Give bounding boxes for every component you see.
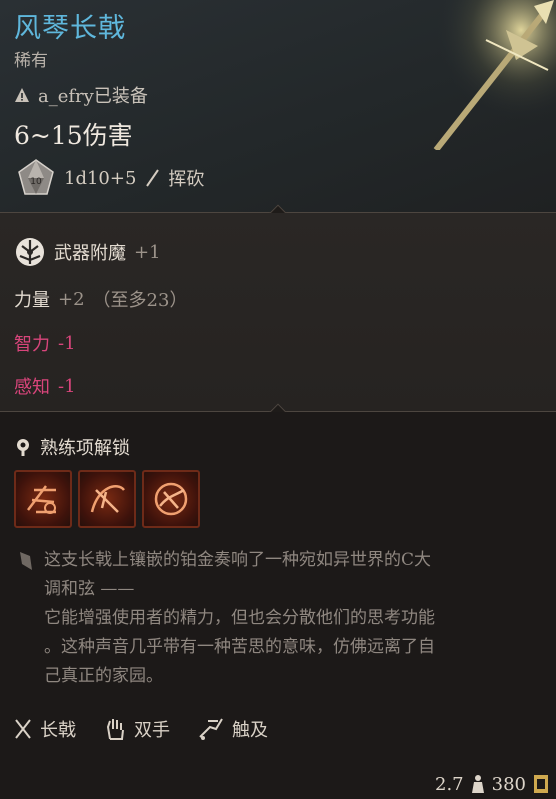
- equipped-status: a_efry已装备: [14, 82, 148, 108]
- dice-formula: 1d10+5: [64, 167, 137, 189]
- weapon-skill-icon: [90, 485, 125, 513]
- item-name: 风琴长戟: [14, 13, 126, 44]
- description-line: 它能增强使用者的精力，但也会分散他们的思考功能: [44, 608, 435, 628]
- item-footer: 2.7 380: [435, 773, 550, 795]
- enchantment-label: 武器附魔: [54, 243, 126, 264]
- tag-halberd[interactable]: 长戟: [14, 716, 76, 742]
- halberd-art-icon: [416, 0, 556, 150]
- hand-icon: [106, 719, 124, 740]
- tag-reach[interactable]: 触及: [198, 716, 268, 742]
- stat-note: （至多23）: [92, 290, 188, 311]
- description-line: 。这种声音几乎带有一种苦思的意味，仿佛远离了自: [44, 637, 435, 657]
- halberd-icon: [15, 719, 31, 739]
- svg-text:10: 10: [30, 177, 42, 187]
- stat-name: 智力: [14, 334, 50, 355]
- gold-coin-icon: [534, 775, 548, 793]
- weapon-tags: 长戟 双手 触及: [14, 716, 268, 742]
- warning-icon: [15, 88, 29, 102]
- description-line: 调和弦 ——: [44, 579, 135, 599]
- item-description: 这支长戟上镶嵌的铂金奏响了一种宛如异世界的C大 调和弦 —— 它能增强使用者的精…: [44, 546, 544, 691]
- stat-value: -1: [58, 332, 76, 354]
- weapon-skill-icon: [154, 482, 188, 516]
- skill-icon-1[interactable]: [14, 470, 72, 528]
- stat-wisdom: 感知 -1: [14, 373, 76, 399]
- stat-value: -1: [58, 375, 76, 397]
- tag-label: 长戟: [40, 720, 76, 741]
- proficiency-label: 熟练项解锁: [40, 438, 130, 459]
- tag-label: 触及: [232, 720, 268, 741]
- enchantment-icon: [16, 238, 44, 266]
- equipped-text: a_efry已装备: [38, 86, 148, 107]
- stat-intelligence: 智力 -1: [14, 330, 76, 356]
- damage-dice-row: 10 1d10+5 挥砍: [16, 158, 204, 198]
- weapon-skill-icon: [27, 485, 56, 514]
- description-line: 己真正的家园。: [44, 666, 163, 686]
- tag-label: 双手: [134, 720, 170, 741]
- stat-name: 感知: [14, 377, 50, 398]
- damage-type: 挥砍: [168, 169, 205, 190]
- item-rarity: 稀有: [14, 51, 48, 71]
- skill-icon-3[interactable]: [142, 470, 200, 528]
- skill-icon-2[interactable]: [78, 470, 136, 528]
- weight-icon: [471, 775, 484, 793]
- reach-icon: [199, 718, 223, 740]
- slashing-icon: [146, 169, 160, 187]
- damage-range: 6~15伤害: [14, 121, 133, 150]
- tag-two-handed[interactable]: 双手: [104, 716, 170, 742]
- description-line: 这支长戟上镶嵌的铂金奏响了一种宛如异世界的C大: [44, 550, 432, 570]
- proficiency-icon: [17, 439, 29, 456]
- stat-name: 力量: [14, 290, 50, 311]
- d10-dice-icon: 10: [18, 159, 54, 195]
- quote-icon: [20, 552, 32, 570]
- item-weight: 2.7: [435, 773, 464, 795]
- stat-strength: 力量 +2 （至多23）: [14, 286, 187, 312]
- proficiency-row: 熟练项解锁: [14, 434, 130, 460]
- enchantment-row: 武器附魔 +1: [14, 236, 161, 268]
- stat-value: +2: [58, 288, 85, 310]
- enchantment-value: +1: [134, 241, 161, 263]
- item-value: 380: [491, 773, 526, 795]
